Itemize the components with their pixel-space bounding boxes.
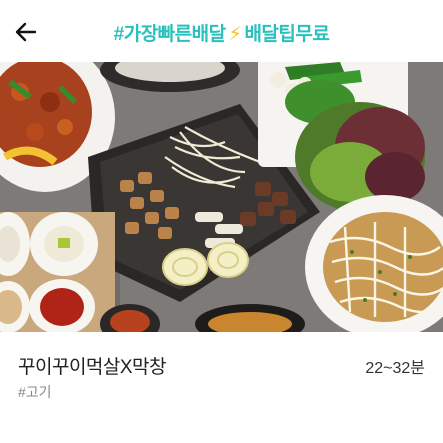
promo-banner: #가장빠른배달 ⚡ 배달팁무료 — [0, 19, 443, 46]
top-header: #가장빠른배달 ⚡ 배달팁무료 — [0, 0, 443, 62]
promo-fastest-text: #가장빠른배달 — [113, 24, 226, 45]
store-name[interactable]: 꾸이꾸이먹살X막창 — [18, 352, 167, 379]
food-photo-illustration — [0, 62, 443, 332]
category-tag: #고기 — [18, 384, 52, 400]
lightning-bolt-icon: ⚡ — [228, 24, 242, 45]
delivery-time: 22~32분 — [365, 360, 425, 377]
store-info: 꾸이꾸이먹살X막창 22~32분 #고기 — [0, 332, 443, 443]
food-photo — [0, 62, 443, 332]
promo-free-tip-text: 배달팁무료 — [244, 24, 330, 45]
